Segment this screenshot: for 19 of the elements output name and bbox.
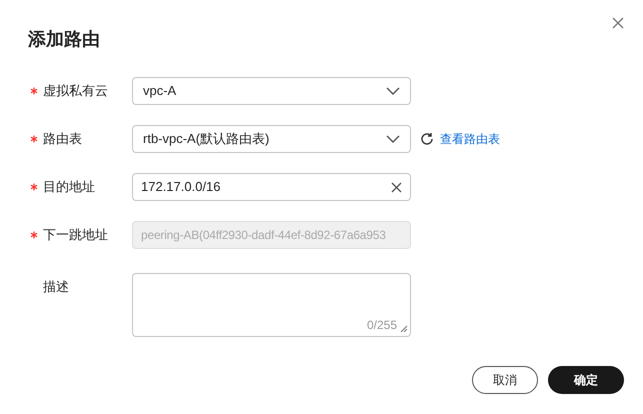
chevron-down-icon: [386, 87, 400, 95]
field-label: 目的地址: [43, 178, 95, 196]
field-label: 路由表: [43, 130, 82, 148]
cancel-button[interactable]: 取消: [472, 366, 538, 394]
view-route-table-link[interactable]: 查看路由表: [440, 130, 500, 148]
input-field[interactable]: 172.17.0.0/16: [132, 173, 411, 201]
select-field[interactable]: vpc-A: [132, 77, 411, 105]
chevron-down-icon: [386, 135, 400, 143]
character-counter: 0/255: [366, 317, 397, 334]
field-label: 描述: [43, 278, 69, 296]
refresh-icon[interactable]: [420, 132, 434, 146]
field-label: 下一跳地址: [43, 226, 108, 244]
clear-icon[interactable]: [391, 182, 402, 192]
field-label: 虚拟私有云: [43, 82, 108, 100]
dialog-title: 添加路由: [28, 28, 101, 51]
confirm-button[interactable]: 确定: [548, 366, 624, 394]
select-field[interactable]: rtb-vpc-A(默认路由表): [132, 125, 411, 153]
close-icon[interactable]: [612, 17, 624, 29]
resize-handle-icon[interactable]: [400, 325, 407, 332]
